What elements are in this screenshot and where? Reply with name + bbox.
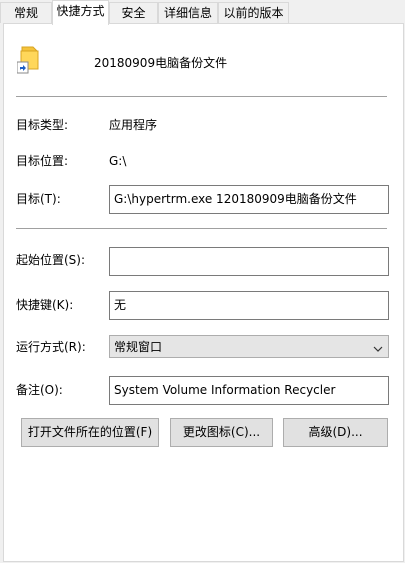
target-type-label: 目标类型: (16, 118, 69, 132)
target-input[interactable]: G:\hypertrm.exe 120180909电脑备份文件 (109, 185, 389, 214)
properties-tab-bar: 常规 快捷方式 安全 详细信息 以前的版本 (0, 0, 405, 25)
target-location-label: 目标位置: (16, 154, 69, 168)
run-mode-select[interactable]: 常规窗口 (109, 335, 389, 358)
target-label: 目标(T): (16, 192, 61, 206)
target-type-value: 应用程序 (109, 118, 158, 132)
start-in-label: 起始位置(S): (16, 253, 86, 267)
folder-shortcut-icon (16, 44, 43, 76)
tab-security[interactable]: 安全 (109, 2, 158, 23)
start-in-input[interactable] (109, 247, 389, 276)
tab-previous-versions[interactable]: 以前的版本 (218, 2, 289, 23)
run-mode-value: 常规窗口 (114, 340, 163, 354)
tab-general[interactable]: 常规 (0, 2, 52, 23)
comment-label: 备注(O): (16, 383, 63, 397)
chevron-down-icon (373, 342, 383, 352)
run-mode-label: 运行方式(R): (16, 340, 86, 354)
section-divider-top (16, 96, 387, 97)
advanced-button[interactable]: 高级(D)... (283, 418, 388, 447)
open-file-location-button[interactable]: 打开文件所在的位置(F) (21, 418, 159, 447)
section-divider-middle (16, 228, 387, 229)
shortcut-key-input[interactable]: 无 (109, 291, 389, 320)
target-location-value: G:\ (109, 154, 127, 168)
change-icon-button[interactable]: 更改图标(C)... (170, 418, 273, 447)
tab-shortcut[interactable]: 快捷方式 (52, 0, 109, 25)
shortcut-key-label: 快捷键(K): (16, 298, 74, 312)
comment-input[interactable]: System Volume Information Recycler (109, 376, 389, 405)
tab-details[interactable]: 详细信息 (158, 2, 218, 23)
shortcut-file-name: 20180909电脑备份文件 (94, 56, 228, 70)
